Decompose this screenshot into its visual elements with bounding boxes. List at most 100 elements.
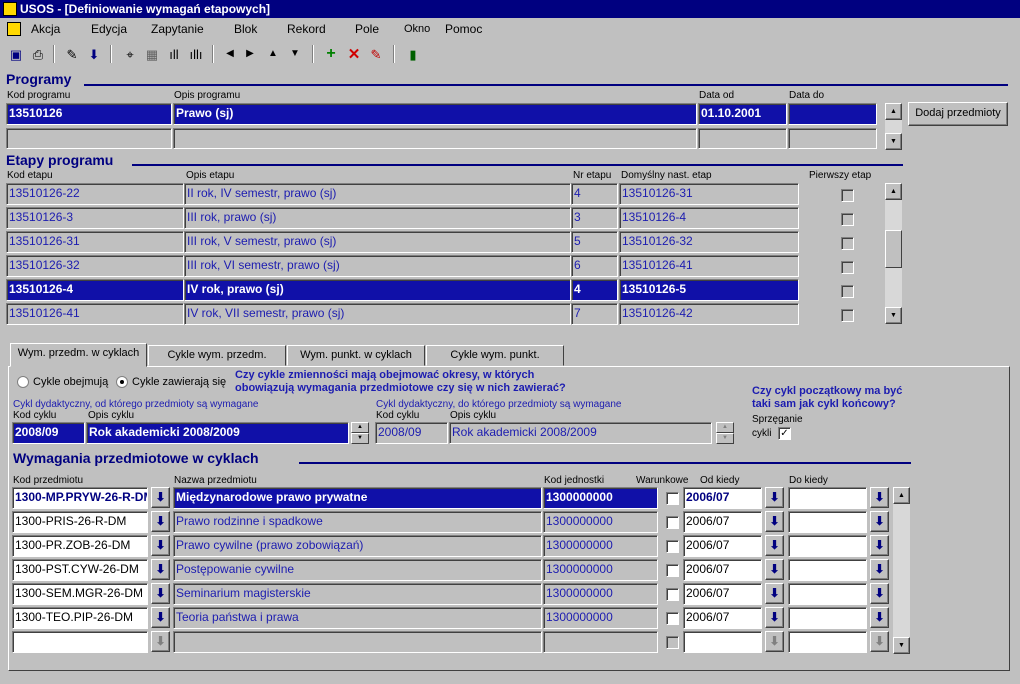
req-od-lov-download-icon[interactable]: ⬇ [765, 607, 784, 628]
stage-next-field[interactable]: 13510126-4 [619, 207, 799, 229]
req-od-lov-download-icon[interactable]: ⬇ [765, 487, 784, 508]
previous-record-icon[interactable]: ▲ [263, 44, 283, 64]
spinner-down-icon[interactable]: ▼ [716, 433, 734, 444]
menu-akcja[interactable]: Akcja [31, 22, 60, 36]
stage-opis-field[interactable]: III rok, VI semestr, prawo (sj) [184, 255, 571, 277]
req-kod-lov-download-icon[interactable]: ⬇ [151, 607, 170, 628]
stage-first-checkbox[interactable] [841, 261, 854, 274]
req-kod-lov-download-icon[interactable]: ⬇ [151, 511, 170, 532]
req-do-lov-download-icon[interactable]: ⬇ [870, 583, 889, 604]
cycle-from-kod-field[interactable]: 2008/09 [12, 422, 85, 444]
programs-scroll-up-button[interactable]: ▲ [885, 103, 902, 120]
req-warunkowe-checkbox[interactable] [666, 516, 679, 529]
requirements-scroll-down-button[interactable]: ▼ [893, 637, 910, 654]
stage-kod-field[interactable]: 13510126-32 [6, 255, 184, 277]
req-warunkowe-checkbox[interactable] [666, 540, 679, 553]
stage-nr-field[interactable]: 7 [571, 303, 618, 325]
req-warunkowe-checkbox[interactable] [666, 612, 679, 625]
req-warunkowe-checkbox[interactable] [666, 636, 679, 649]
menu-blok[interactable]: Blok [234, 22, 257, 36]
save-icon[interactable]: ▣ [6, 44, 26, 64]
req-do-lov-download-icon[interactable]: ⬇ [870, 535, 889, 556]
stage-next-field[interactable]: 13510126-42 [619, 303, 799, 325]
req-kod-lov-download-icon[interactable]: ⬇ [151, 487, 170, 508]
menu-rekord[interactable]: Rekord [287, 22, 326, 36]
clear-record-icon[interactable]: ✎ [366, 44, 386, 64]
cycle-to-spinner[interactable]: ▲ ▼ [716, 422, 734, 444]
delete-record-icon[interactable]: ✕ [344, 44, 364, 64]
count-icon[interactable]: ıll [164, 44, 184, 64]
stage-opis-field[interactable]: III rok, prawo (sj) [184, 207, 571, 229]
req-kod-field-empty[interactable] [12, 631, 148, 653]
coupling-checkbox[interactable]: ✓ [778, 427, 791, 440]
radio-cykle-zawieraja[interactable] [116, 376, 128, 388]
stage-nr-field[interactable]: 6 [571, 255, 618, 277]
req-do-field[interactable] [788, 487, 867, 509]
menu-edycja[interactable]: Edycja [91, 22, 127, 36]
stage-kod-field-selected[interactable]: 13510126-4 [6, 279, 184, 301]
stage-next-field[interactable]: 13510126-31 [619, 183, 799, 205]
stage-kod-field[interactable]: 13510126-31 [6, 231, 184, 253]
req-od-lov-download-icon[interactable]: ⬇ [765, 535, 784, 556]
document-icon[interactable] [7, 22, 21, 36]
cycle-to-opis-field[interactable]: Rok akademicki 2008/2009 [449, 422, 712, 444]
req-do-field[interactable] [788, 535, 867, 557]
req-jednostka-field[interactable]: 1300000000 [543, 535, 658, 557]
stage-kod-field[interactable]: 13510126-3 [6, 207, 184, 229]
req-od-field[interactable]: 2006/07 [683, 511, 762, 533]
next-record-icon[interactable]: ▼ [285, 44, 305, 64]
req-kod-field[interactable]: 1300-SEM.MGR-26-DM [12, 583, 148, 605]
insert-record-icon[interactable]: + [321, 44, 341, 64]
req-od-field[interactable]: 2006/07 [683, 535, 762, 557]
req-nazwa-field-selected[interactable]: Międzynarodowe prawo prywatne [173, 487, 542, 509]
menu-okno[interactable]: Okno [404, 23, 430, 35]
program-data-od-field-empty[interactable] [698, 128, 787, 149]
req-jednostka-field[interactable]: 1300000000 [543, 559, 658, 581]
req-kod-field[interactable]: 1300-MP.PRYW-26-R-DM [12, 487, 148, 509]
tab-wym-przedm-w-cyklach[interactable]: Wym. przedm. w cyklach [10, 343, 147, 367]
req-do-field[interactable] [788, 559, 867, 581]
program-kod-field-empty[interactable] [6, 128, 172, 149]
stages-scroll-up-button[interactable]: ▲ [885, 183, 902, 200]
req-od-lov-download-icon[interactable]: ⬇ [765, 559, 784, 580]
query-icon[interactable]: ⌖ [120, 44, 140, 64]
tab-cykle-wym-przedm[interactable]: Cykle wym. przedm. [148, 345, 286, 366]
print-icon[interactable]: ⎙ [28, 44, 48, 64]
req-nazwa-field[interactable]: Prawo rodzinne i spadkowe [173, 511, 542, 533]
stage-opis-field[interactable]: III rok, V semestr, prawo (sj) [184, 231, 571, 253]
program-kod-field[interactable]: 13510126 [6, 103, 172, 125]
stage-next-field-selected[interactable]: 13510126-5 [619, 279, 799, 301]
req-od-lov-download-icon[interactable]: ⬇ [765, 511, 784, 532]
cycle-from-opis-field[interactable]: Rok akademicki 2008/2009 [86, 422, 349, 444]
cycle-to-kod-field[interactable]: 2008/09 [375, 422, 448, 444]
program-opis-field[interactable]: Prawo (sj) [173, 103, 697, 125]
req-kod-field[interactable]: 1300-PR.ZOB-26-DM [12, 535, 148, 557]
req-warunkowe-checkbox[interactable] [666, 492, 679, 505]
req-od-field[interactable]: 2006/07 [683, 607, 762, 629]
req-do-field[interactable] [788, 607, 867, 629]
req-od-lov-download-icon[interactable]: ⬇ [765, 631, 784, 652]
req-nazwa-field[interactable]: Seminarium magisterskie [173, 583, 542, 605]
req-od-field[interactable]: 2006/07 [683, 559, 762, 581]
next-block-icon[interactable]: ▶ [240, 44, 260, 64]
stage-first-checkbox[interactable] [841, 309, 854, 322]
req-warunkowe-checkbox[interactable] [666, 564, 679, 577]
programs-scroll-track[interactable] [885, 120, 902, 133]
tab-wym-punkt-w-cyklach[interactable]: Wym. punkt. w cyklach [287, 345, 425, 366]
req-do-lov-download-icon[interactable]: ⬇ [870, 559, 889, 580]
program-data-od-field[interactable]: 01.10.2001 [698, 103, 787, 125]
req-nazwa-field[interactable]: Teoria państwa i prawa [173, 607, 542, 629]
req-do-lov-download-icon[interactable]: ⬇ [870, 511, 889, 532]
add-subjects-button[interactable]: Dodaj przedmioty [908, 102, 1008, 126]
radio-cykle-obejmuja[interactable] [17, 376, 29, 388]
programs-scroll-down-button[interactable]: ▼ [885, 133, 902, 150]
req-kod-lov-download-icon[interactable]: ⬇ [151, 559, 170, 580]
stage-opis-field-selected[interactable]: IV rok, prawo (sj) [184, 279, 571, 301]
stage-nr-field[interactable]: 3 [571, 207, 618, 229]
req-kod-lov-download-icon[interactable]: ⬇ [151, 583, 170, 604]
stage-first-checkbox[interactable] [841, 237, 854, 250]
stage-first-checkbox[interactable] [841, 285, 854, 298]
req-do-lov-download-icon[interactable]: ⬇ [870, 487, 889, 508]
spinner-up-icon[interactable]: ▲ [351, 422, 369, 433]
req-kod-lov-download-icon[interactable]: ⬇ [151, 535, 170, 556]
